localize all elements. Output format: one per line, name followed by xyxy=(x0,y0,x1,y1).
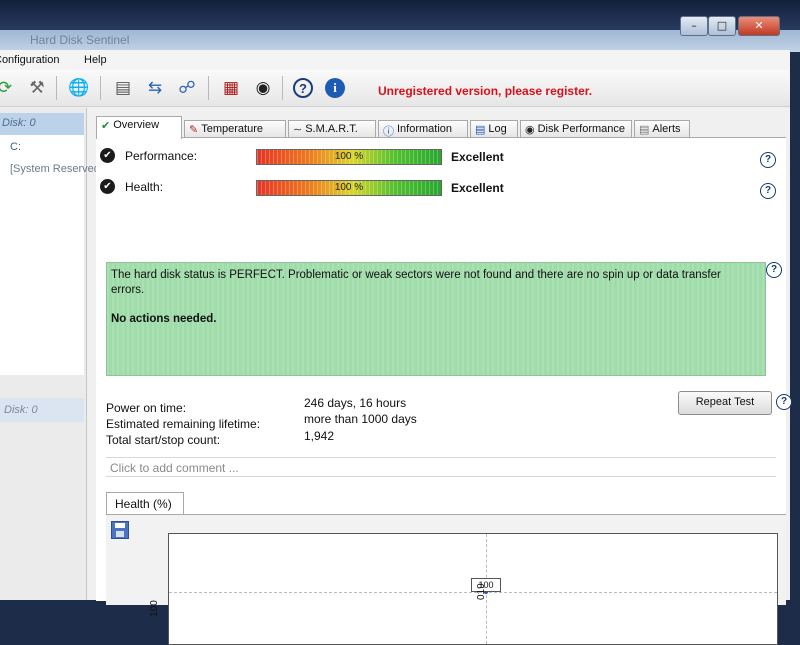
performance-rating: Excellent xyxy=(451,150,504,164)
drive-list-panel: Disk: 0 C: [System Reserved] Disk: 0 xyxy=(0,108,103,600)
info-icon[interactable]: i xyxy=(322,76,348,100)
status-message-box: The hard disk status is PERFECT. Problem… xyxy=(106,262,766,376)
tab-label: Alerts xyxy=(652,123,681,135)
performance-help-icon[interactable]: ? xyxy=(760,152,776,168)
drive-label: Disk: 0 xyxy=(2,117,36,129)
health-help-icon[interactable]: ? xyxy=(760,183,776,199)
startstop-value: 1,942 xyxy=(304,429,335,443)
info-glyph: i xyxy=(325,78,345,98)
check-icon: ✔ xyxy=(100,179,115,194)
tools-icon[interactable]: ⚒ xyxy=(24,76,50,100)
drive-entry-disk0[interactable]: Disk: 0 C: [System Reserved] xyxy=(0,113,103,375)
window-title: Hard Disk Sentinel xyxy=(30,33,130,47)
tab-temperature[interactable]: ✎ Temperature xyxy=(184,120,286,138)
alerts-icon: ▤ xyxy=(639,123,650,136)
tab-label: Information xyxy=(397,123,453,135)
health-chart-plot: 100 xyxy=(168,533,778,645)
overview-panel: ✔ Performance: 100 % Excellent ? ✔ Healt… xyxy=(96,137,792,645)
tab-label: Temperature xyxy=(201,123,263,135)
tab-label: Log xyxy=(488,123,507,135)
repeat-test-button[interactable]: Repeat Test xyxy=(678,391,772,415)
smart-icon: ∼ xyxy=(293,123,303,136)
status-text: The hard disk status is PERFECT. Problem… xyxy=(111,269,721,296)
toolbar: ⟳ ⚒ 🌐 ▤ ⇆ ☍ ▦ ◉ ? i Unregistered version… xyxy=(0,70,790,107)
tab-health-graph[interactable]: Health (%) xyxy=(106,492,184,514)
chip-icon[interactable]: ▦ xyxy=(218,76,244,100)
main-panel: ✔ Overview ✎ Temperature ∼ S.M.A.R.T. ⓘ … xyxy=(92,108,792,645)
toolbar-separator xyxy=(100,76,101,100)
tab-smart[interactable]: ∼ S.M.A.R.T. xyxy=(288,120,376,138)
performance-bar: 100 % xyxy=(256,149,442,165)
gridline-horizontal xyxy=(169,592,777,593)
unregistered-notice[interactable]: Unregistered version, please register. xyxy=(378,84,592,98)
menu-configuration[interactable]: Configuration xyxy=(0,54,59,66)
y-tick-label: 100 xyxy=(148,600,160,617)
thermometer-icon: ✎ xyxy=(189,123,199,136)
power-on-label: Power on time: xyxy=(106,401,187,415)
help-glyph: ? xyxy=(293,78,313,98)
startstop-label: Total start/stop count: xyxy=(106,433,221,447)
maximize-button[interactable]: □ xyxy=(708,16,736,36)
comment-field[interactable]: Click to add comment ... xyxy=(106,457,776,477)
overview-tab-icon: ✔ xyxy=(101,119,111,132)
globe-icon[interactable]: 🌐 xyxy=(66,76,92,100)
tab-disk-performance[interactable]: ◉ Disk Performance xyxy=(520,120,632,138)
tab-label: Disk Performance xyxy=(537,123,626,135)
check-icon: ✔ xyxy=(100,148,115,163)
x-tick-label: 019 xyxy=(476,583,487,600)
health-bar: 100 % xyxy=(256,180,442,196)
network-icon[interactable]: ☍ xyxy=(174,76,200,100)
health-label: Health: xyxy=(125,179,164,194)
lifetime-value: more than 1000 days xyxy=(304,412,417,426)
toolbar-separator xyxy=(56,76,57,100)
partition-c[interactable]: C: xyxy=(10,141,21,153)
partition-system-reserved[interactable]: [System Reserved] xyxy=(10,163,103,175)
power-on-value: 246 days, 16 hours xyxy=(304,396,407,410)
drive-label-second: Disk: 0 xyxy=(4,404,38,416)
drive-header[interactable]: Disk: 0 xyxy=(0,113,84,135)
toolbar-separator xyxy=(282,76,283,100)
action-text: No actions needed. xyxy=(111,313,217,325)
tab-log[interactable]: ▤ Log xyxy=(470,120,518,138)
tab-label: Overview xyxy=(113,119,160,131)
lifetime-label: Estimated remaining lifetime: xyxy=(106,417,261,431)
tab-information[interactable]: ⓘ Information xyxy=(378,120,468,138)
menu-help[interactable]: Help xyxy=(84,54,107,66)
minimize-button[interactable]: – xyxy=(680,16,708,36)
refresh-icon[interactable]: ⟳ xyxy=(0,76,18,100)
repeat-help-icon[interactable]: ? xyxy=(776,394,792,410)
report-icon[interactable]: ▤ xyxy=(110,76,136,100)
sync-icon[interactable]: ⇆ xyxy=(142,76,168,100)
drive-entry-disk0-second[interactable]: Disk: 0 xyxy=(0,398,84,422)
tab-label: S.M.A.R.T. xyxy=(305,123,358,135)
health-percent: 100 % xyxy=(334,182,364,193)
menu-bar: Configuration Help xyxy=(0,50,790,70)
tab-alerts[interactable]: ▤ Alerts xyxy=(634,120,690,138)
health-rating: Excellent xyxy=(451,181,504,195)
log-icon: ▤ xyxy=(475,123,486,136)
toolbar-separator xyxy=(208,76,209,100)
performance-label: Performance: xyxy=(125,148,198,163)
tab-overview[interactable]: ✔ Overview xyxy=(96,116,182,139)
status-help-icon[interactable]: ? xyxy=(766,262,782,278)
performance-icon: ◉ xyxy=(525,123,535,136)
performance-percent: 100 % xyxy=(334,151,364,162)
disk-icon[interactable]: ◉ xyxy=(250,76,276,100)
health-graph-area: 100 100 xyxy=(106,514,786,645)
health-row: ✔ Health: xyxy=(100,179,163,194)
help-icon[interactable]: ? xyxy=(290,76,316,100)
performance-row: ✔ Performance: xyxy=(100,148,197,163)
save-icon[interactable] xyxy=(111,521,129,539)
app-window: Configuration Help ⟳ ⚒ 🌐 ▤ ⇆ ☍ ▦ ◉ ? i U… xyxy=(0,50,792,645)
close-button[interactable]: ✕ xyxy=(738,16,780,36)
